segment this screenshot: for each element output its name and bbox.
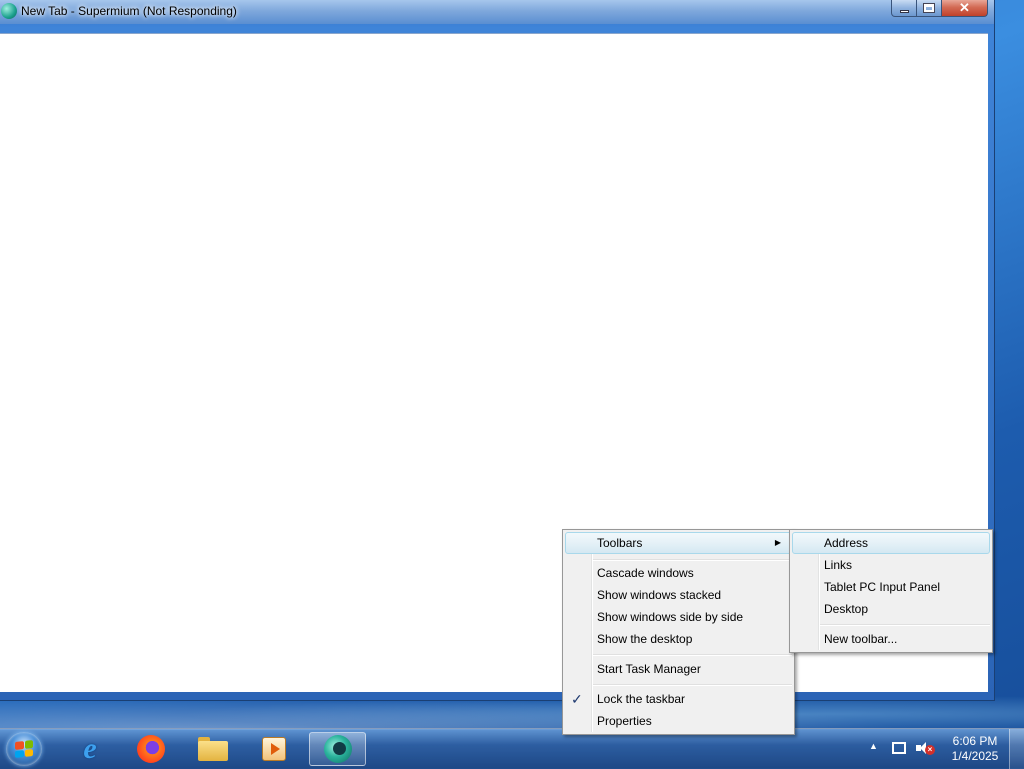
menu-item-label: Show the desktop bbox=[597, 632, 693, 646]
clock-date: 1/4/2025 bbox=[951, 749, 999, 763]
menu-item-label: New toolbar... bbox=[824, 632, 898, 646]
menu-item-show-the-desktop[interactable]: Show the desktop bbox=[565, 628, 792, 650]
toolbars-submenu: Address Links Tablet PC Input Panel Desk… bbox=[789, 529, 993, 653]
taskbar-internet-explorer[interactable]: e bbox=[63, 732, 117, 766]
menu-item-label: Cascade windows bbox=[597, 566, 694, 580]
submenu-item-new-toolbar[interactable]: New toolbar... bbox=[792, 628, 990, 650]
network-icon[interactable] bbox=[892, 742, 906, 754]
menu-separator bbox=[593, 654, 792, 656]
menu-item-label: Start Task Manager bbox=[597, 662, 701, 676]
taskbar-firefox[interactable] bbox=[124, 732, 178, 766]
submenu-item-links[interactable]: Links bbox=[792, 554, 990, 576]
window-title: New Tab - Supermium (Not Responding) bbox=[21, 4, 237, 18]
menu-item-label: Links bbox=[824, 558, 853, 572]
menu-item-label: Properties bbox=[597, 714, 652, 728]
clock-time: 6:06 PM bbox=[952, 734, 998, 748]
checkmark-icon: ✓ bbox=[571, 691, 583, 707]
taskbar-file-explorer[interactable] bbox=[186, 732, 240, 766]
caption-buttons: ✕ bbox=[891, 0, 988, 18]
menu-item-properties[interactable]: Properties bbox=[565, 710, 792, 732]
minimize-button[interactable] bbox=[891, 0, 917, 17]
windows-logo-icon bbox=[15, 740, 33, 758]
supermium-icon bbox=[323, 735, 352, 763]
menu-item-label: Desktop bbox=[824, 602, 869, 616]
menu-separator bbox=[593, 559, 792, 561]
menu-item-label: Address bbox=[824, 536, 869, 550]
volume-muted-icon[interactable]: × bbox=[916, 741, 935, 755]
taskbar-context-menu: Toolbars ▶ Cascade windows Show windows … bbox=[562, 529, 795, 735]
submenu-item-desktop[interactable]: Desktop bbox=[792, 598, 990, 620]
start-button[interactable] bbox=[6, 732, 42, 766]
menu-item-cascade-windows[interactable]: Cascade windows bbox=[565, 562, 792, 584]
menu-item-lock-the-taskbar[interactable]: ✓ Lock the taskbar bbox=[565, 688, 792, 710]
menu-separator bbox=[820, 624, 990, 626]
menu-item-label: Lock the taskbar bbox=[597, 692, 686, 706]
supermium-app-icon[interactable] bbox=[1, 3, 17, 19]
submenu-item-address[interactable]: Address bbox=[792, 532, 990, 554]
submenu-item-tablet-pc-input-panel[interactable]: Tablet PC Input Panel bbox=[792, 576, 990, 598]
taskbar-media-player[interactable] bbox=[247, 732, 301, 766]
taskbar-supermium[interactable] bbox=[309, 732, 366, 766]
show-hidden-icons-arrow-icon[interactable]: ▲ bbox=[869, 741, 878, 751]
internet-explorer-icon: e bbox=[83, 732, 97, 765]
menu-item-show-windows-stacked[interactable]: Show windows stacked bbox=[565, 584, 792, 606]
menu-item-label: Toolbars bbox=[597, 536, 643, 550]
restore-icon bbox=[923, 3, 935, 13]
firefox-icon bbox=[137, 735, 165, 763]
menu-separator bbox=[593, 684, 792, 686]
show-desktop-button[interactable] bbox=[1009, 729, 1024, 769]
clock[interactable]: 6:06 PM 1/4/2025 bbox=[940, 734, 1010, 764]
submenu-arrow-icon: ▶ bbox=[774, 538, 781, 547]
menu-item-label: Show windows stacked bbox=[597, 588, 722, 602]
title-bar[interactable]: New Tab - Supermium (Not Responding) ✕ bbox=[0, 0, 994, 24]
menu-item-start-task-manager[interactable]: Start Task Manager bbox=[565, 658, 792, 680]
menu-item-label: Tablet PC Input Panel bbox=[824, 580, 941, 594]
menu-item-show-windows-side-by-side[interactable]: Show windows side by side bbox=[565, 606, 792, 628]
media-player-icon bbox=[262, 737, 286, 761]
menu-item-toolbars[interactable]: Toolbars ▶ bbox=[565, 532, 792, 554]
close-button[interactable]: ✕ bbox=[942, 0, 988, 17]
minimize-icon bbox=[899, 9, 909, 13]
menu-item-label: Show windows side by side bbox=[597, 610, 744, 624]
restore-button[interactable] bbox=[917, 0, 942, 17]
taskbar: e ▲ × 6:06 PM 1/4/2025 bbox=[0, 728, 1024, 769]
file-explorer-icon bbox=[198, 737, 228, 761]
